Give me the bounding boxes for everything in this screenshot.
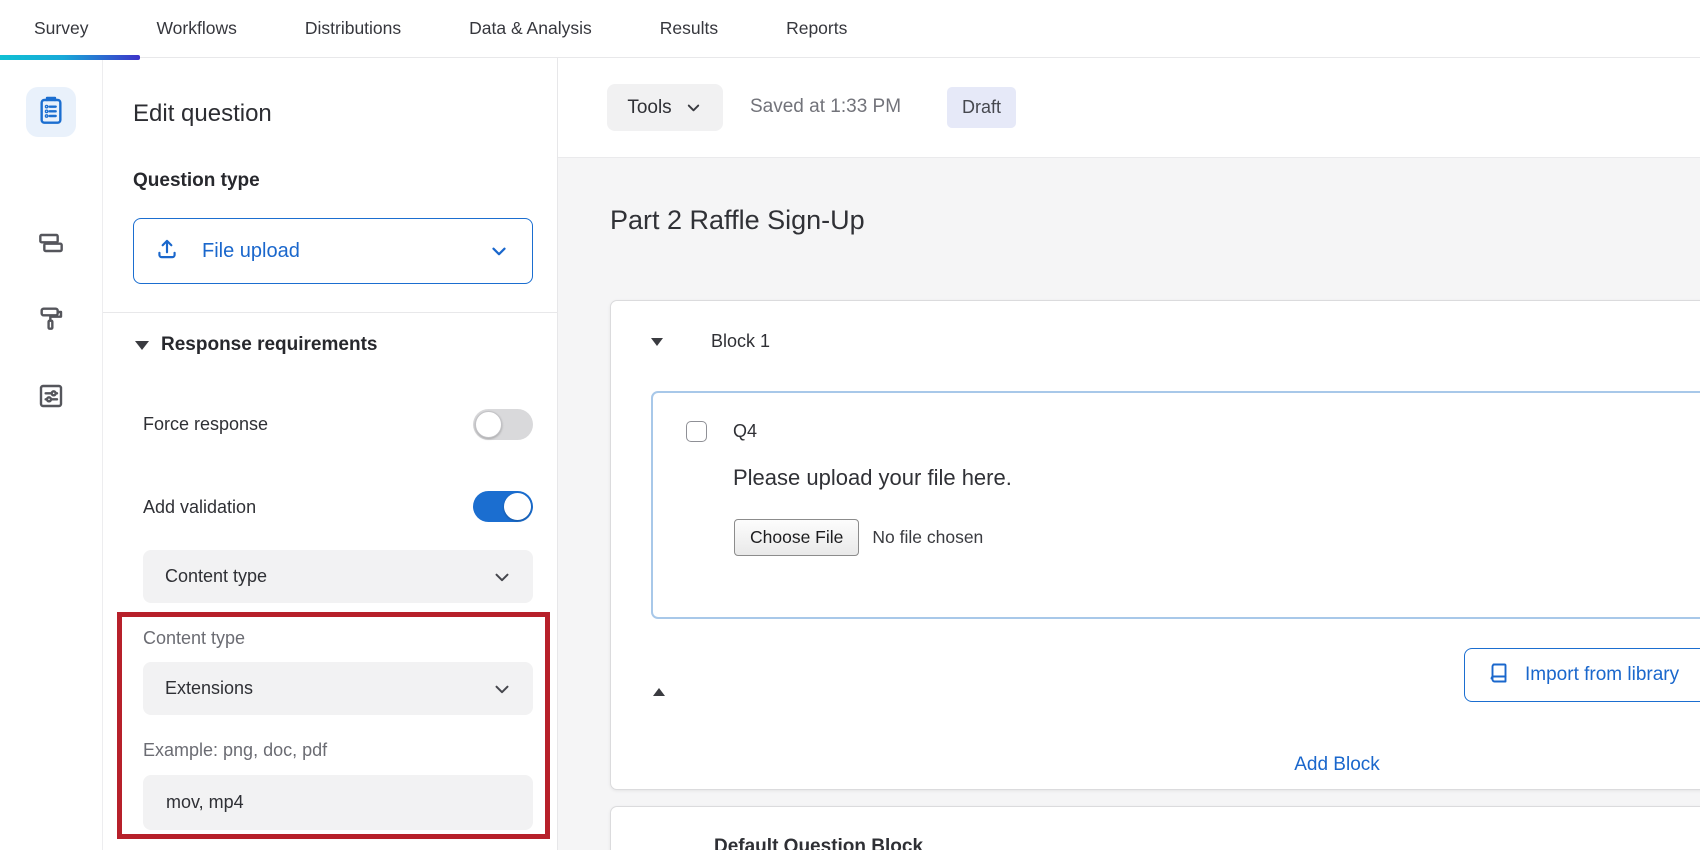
add-block-link[interactable]: Add Block bbox=[1187, 754, 1487, 776]
panel-divider bbox=[103, 312, 558, 313]
question-id: Q4 bbox=[733, 421, 757, 442]
add-validation-toggle[interactable] bbox=[473, 491, 533, 522]
tab-distributions[interactable]: Distributions bbox=[271, 0, 435, 58]
extensions-input-value: mov, mp4 bbox=[166, 792, 244, 813]
triangle-up-icon bbox=[653, 671, 665, 696]
sidebar-item-survey-options[interactable] bbox=[26, 373, 76, 423]
toggle-knob bbox=[475, 411, 502, 438]
panel-title: Edit question bbox=[133, 100, 272, 128]
sidebar-item-survey-flow[interactable] bbox=[26, 220, 76, 270]
builder-icon-rail bbox=[0, 58, 103, 850]
collapse-question-button[interactable] bbox=[653, 671, 665, 689]
collapse-triangle-icon bbox=[135, 341, 149, 350]
qualtrics-survey-editor: Survey Workflows Distributions Data & An… bbox=[0, 0, 1700, 850]
tab-workflows[interactable]: Workflows bbox=[122, 0, 270, 58]
block-header[interactable]: Block 1 bbox=[651, 331, 770, 352]
tools-menu-button[interactable]: Tools bbox=[607, 84, 723, 131]
tab-survey[interactable]: Survey bbox=[0, 0, 122, 58]
force-response-toggle[interactable] bbox=[473, 409, 533, 440]
validation-type-value: Content type bbox=[165, 566, 267, 587]
tab-results[interactable]: Results bbox=[626, 0, 752, 58]
import-button-label: Import from library bbox=[1525, 664, 1679, 686]
file-upload-preview: Choose File No file chosen bbox=[734, 519, 983, 556]
file-status-text: No file chosen bbox=[872, 527, 983, 548]
active-tab-indicator bbox=[0, 55, 140, 60]
question-text[interactable]: Please upload your file here. bbox=[733, 465, 1012, 491]
toggle-knob bbox=[504, 493, 531, 520]
sliders-icon bbox=[35, 380, 67, 417]
block-name: Default Question Block bbox=[714, 836, 923, 850]
force-response-label: Force response bbox=[143, 414, 268, 435]
content-type-dropdown[interactable]: Extensions bbox=[143, 662, 533, 715]
paint-roller-icon bbox=[35, 302, 67, 339]
add-validation-label: Add validation bbox=[143, 497, 256, 518]
upload-icon bbox=[134, 236, 180, 267]
chevron-down-icon bbox=[684, 98, 703, 117]
tools-button-label: Tools bbox=[627, 97, 671, 119]
content-type-field-label: Content type bbox=[143, 628, 245, 649]
autosave-status-text: Saved at 1:33 PM bbox=[750, 96, 901, 118]
book-icon bbox=[1487, 661, 1511, 690]
chevron-down-icon bbox=[491, 678, 513, 700]
tab-data-analysis[interactable]: Data & Analysis bbox=[435, 0, 626, 58]
survey-toolbar: Tools Saved at 1:33 PM Draft bbox=[558, 58, 1700, 158]
sidebar-item-survey-builder[interactable] bbox=[26, 87, 76, 137]
sidebar-item-look-and-feel[interactable] bbox=[26, 295, 76, 345]
question-type-label: Question type bbox=[133, 170, 260, 192]
blocks-icon bbox=[35, 227, 67, 264]
block-name: Block 1 bbox=[711, 331, 770, 352]
choose-file-button[interactable]: Choose File bbox=[734, 519, 859, 556]
top-navigation: Survey Workflows Distributions Data & An… bbox=[0, 0, 1700, 58]
collapse-block-icon bbox=[651, 338, 663, 346]
response-requirements-header[interactable]: Response requirements bbox=[135, 334, 377, 356]
question-type-value: File upload bbox=[202, 240, 300, 263]
status-badge: Draft bbox=[947, 87, 1016, 128]
block-1-card: Block 1 Q4 Please upload your file here.… bbox=[610, 300, 1700, 790]
survey-canvas: Part 2 Raffle Sign-Up Block 1 Q4 Please … bbox=[558, 158, 1700, 850]
validation-type-dropdown[interactable]: Content type bbox=[143, 550, 533, 603]
chevron-down-icon bbox=[491, 566, 513, 588]
extensions-input[interactable]: mov, mp4 bbox=[143, 775, 533, 830]
extensions-hint-label: Example: png, doc, pdf bbox=[143, 740, 327, 761]
survey-title[interactable]: Part 2 Raffle Sign-Up bbox=[610, 205, 865, 236]
chevron-down-icon bbox=[488, 240, 510, 262]
clipboard-icon bbox=[35, 94, 67, 131]
import-from-library-button[interactable]: Import from library bbox=[1464, 648, 1700, 702]
question-checkbox[interactable] bbox=[686, 421, 707, 442]
question-header-row: Q4 bbox=[686, 421, 757, 442]
default-question-block-card: Default Question Block bbox=[610, 806, 1700, 850]
question-type-dropdown[interactable]: File upload bbox=[133, 218, 533, 284]
tab-reports[interactable]: Reports bbox=[752, 0, 881, 58]
question-q4-card[interactable]: Q4 Please upload your file here. Choose … bbox=[651, 391, 1700, 619]
response-requirements-label: Response requirements bbox=[161, 334, 377, 356]
edit-question-panel: Edit question Question type File upload … bbox=[103, 58, 558, 850]
content-type-value: Extensions bbox=[165, 678, 253, 699]
